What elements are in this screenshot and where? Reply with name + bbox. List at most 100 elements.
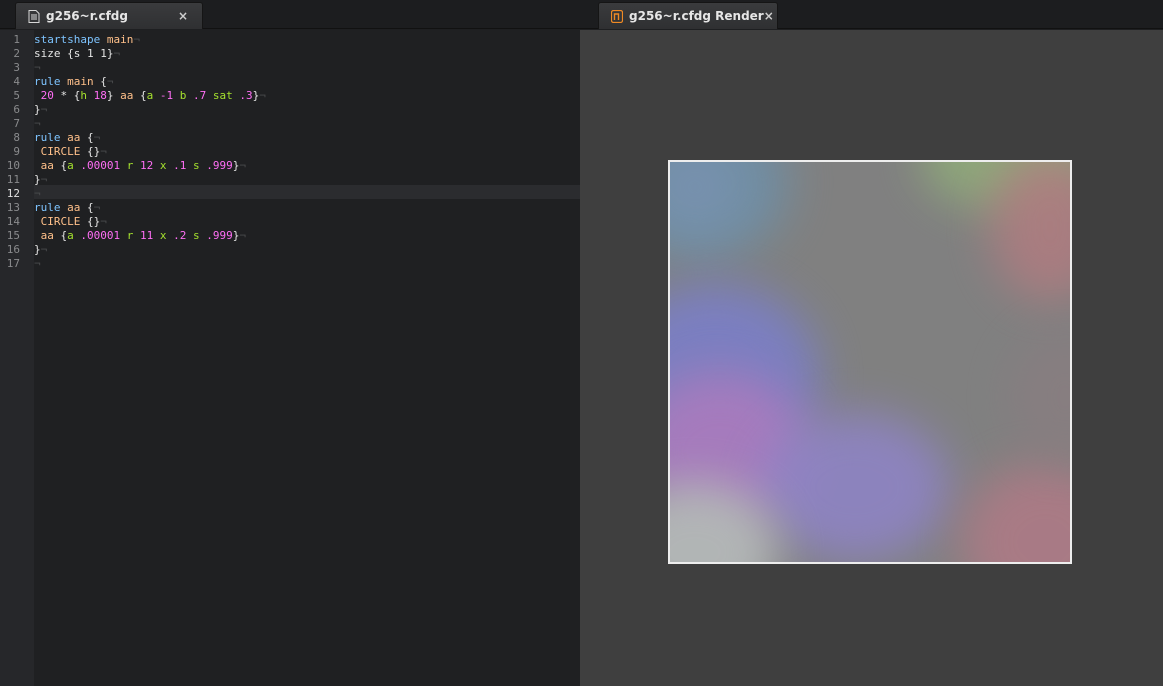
code-token: {: [93, 75, 107, 88]
end-of-line-marker: ¬: [34, 257, 41, 270]
code-token: s: [193, 229, 200, 242]
code-token: aa: [67, 201, 81, 214]
code-token: .3: [239, 89, 253, 102]
end-of-line-marker: ¬: [34, 61, 41, 74]
code-line[interactable]: size {s 1 1}¬: [34, 47, 120, 61]
code-token: h: [80, 89, 87, 102]
code-line[interactable]: CIRCLE {}¬: [34, 145, 107, 159]
code-token: aa: [67, 131, 81, 144]
code-token: 12: [140, 159, 154, 172]
code-line[interactable]: }¬: [34, 243, 47, 257]
code-token: CIRCLE: [40, 215, 81, 228]
code-token: x: [159, 159, 167, 172]
close-icon[interactable]: ×: [176, 9, 190, 23]
code-line[interactable]: ¬: [34, 61, 41, 75]
code-token: main: [67, 75, 94, 88]
code-token: {: [53, 229, 68, 242]
line-number: 6: [13, 103, 20, 116]
end-of-line-marker: ¬: [259, 89, 266, 102]
code-token: -1: [159, 89, 174, 102]
line-number: 3: [13, 61, 20, 74]
line-number: 17: [6, 257, 20, 270]
code-token: .00001: [80, 159, 121, 172]
code-token: rule: [34, 201, 61, 214]
line-number: 8: [13, 131, 20, 144]
code-token: 11: [140, 229, 154, 242]
tab-render[interactable]: g256~r.cfdg Render ×: [598, 2, 778, 29]
code-token: * {: [53, 89, 81, 102]
code-token: a: [67, 159, 74, 172]
code-token: }: [106, 89, 121, 102]
code-token: rule: [34, 75, 61, 88]
code-token: {: [80, 201, 94, 214]
end-of-line-marker: ¬: [106, 75, 114, 88]
code-token: }: [34, 173, 41, 186]
end-of-line-marker: ¬: [40, 243, 48, 256]
code-line[interactable]: aa {a .00001 r 12 x .1 s .999}¬: [34, 159, 246, 173]
code-editor[interactable]: 1 2 3 4 5 6 7 8 9 10 11 12 13 14 15 16 17 startshape mai…: [0, 30, 580, 686]
end-of-line-marker: ¬: [239, 229, 246, 242]
code-line[interactable]: }¬: [34, 103, 47, 117]
end-of-line-marker: ¬: [40, 173, 48, 186]
code-line[interactable]: rule aa {¬: [34, 201, 100, 215]
line-number: 2: [13, 47, 20, 60]
code-area[interactable]: startshape main¬ size {s 1 1}¬ ¬ rule main …: [34, 30, 580, 686]
code-token: .999: [206, 229, 233, 242]
code-line[interactable]: startshape main¬: [34, 33, 140, 47]
code-line[interactable]: 20 * {h 18} aa {a -1 b .7 sat .3}¬: [34, 89, 266, 103]
line-number: 4: [13, 75, 20, 88]
tab-source-file[interactable]: g256~r.cfdg ×: [15, 2, 203, 29]
line-number: 1: [13, 33, 20, 46]
end-of-line-marker: ¬: [239, 159, 246, 172]
code-token: size {s 1 1}: [34, 47, 114, 60]
end-of-line-marker: ¬: [93, 201, 101, 214]
code-token: {}: [80, 145, 101, 158]
close-icon[interactable]: ×: [764, 9, 774, 23]
code-line[interactable]: ¬: [34, 117, 41, 131]
end-of-line-marker: ¬: [113, 47, 121, 60]
tab-bar: g256~r.cfdg × g256~r.cfdg Render ×: [0, 0, 1163, 29]
line-number: 11: [6, 173, 20, 186]
code-token: aa: [40, 229, 54, 242]
tab-source-label: g256~r.cfdg: [46, 9, 128, 23]
line-number-gutter: 1 2 3 4 5 6 7 8 9 10 11 12 13 14 15 16 17: [0, 30, 34, 686]
code-token: .7: [193, 89, 207, 102]
code-token: {: [53, 159, 68, 172]
code-token: s: [193, 159, 200, 172]
end-of-line-marker: ¬: [34, 117, 41, 130]
line-number: 12: [6, 187, 20, 200]
code-token: rule: [34, 131, 61, 144]
line-number: 14: [6, 215, 20, 228]
code-line[interactable]: ¬: [34, 187, 41, 201]
line-number: 7: [13, 117, 20, 130]
code-line[interactable]: ¬: [34, 257, 41, 271]
code-token: {: [133, 89, 147, 102]
code-line[interactable]: CIRCLE {}¬: [34, 215, 107, 229]
code-token: aa: [40, 159, 54, 172]
code-token: sat: [212, 89, 233, 102]
code-line[interactable]: aa {a .00001 r 11 x .2 s .999}¬: [34, 229, 246, 243]
code-token: .999: [206, 159, 233, 172]
code-line[interactable]: }¬: [34, 173, 47, 187]
code-token: 18: [93, 89, 107, 102]
code-line[interactable]: rule main {¬: [34, 75, 114, 89]
code-line[interactable]: rule aa {¬: [34, 131, 100, 145]
document-icon: [28, 9, 40, 23]
end-of-line-marker: ¬: [34, 187, 41, 200]
code-token: startshape: [34, 33, 101, 46]
code-token: a: [67, 229, 74, 242]
